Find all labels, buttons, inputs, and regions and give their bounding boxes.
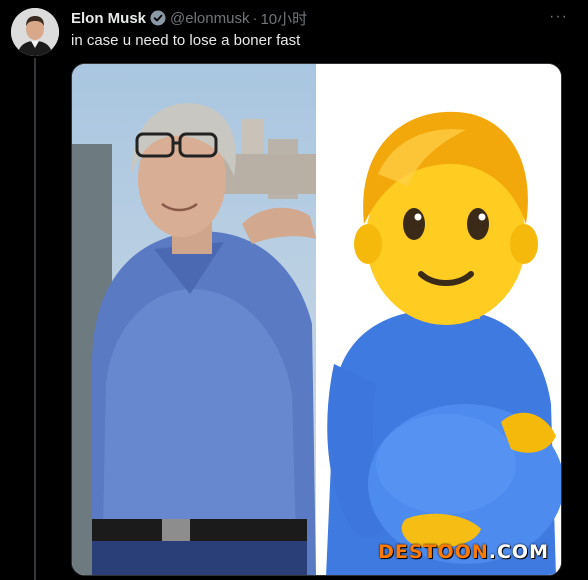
verified-badge-icon	[150, 10, 166, 26]
pregnant-man-emoji	[316, 64, 561, 575]
watermark-main: DESTOON	[378, 541, 489, 563]
separator-dot: ·	[252, 9, 258, 27]
photo-man-in-blue-polo	[72, 64, 316, 575]
watermark-tld: .COM	[488, 541, 549, 563]
tweet-media[interactable]: DESTOON .COM	[71, 63, 562, 576]
avatar[interactable]	[11, 8, 59, 56]
tweet-header: Elon Musk @elonmusk · 10小时	[71, 8, 307, 29]
thread-line	[34, 58, 36, 580]
author-handle[interactable]: @elonmusk	[170, 10, 249, 27]
watermark: DESTOON .COM	[378, 541, 549, 563]
more-options-icon[interactable]: ···	[549, 8, 568, 26]
tweet-text: in case u need to lose a boner fast	[71, 32, 301, 49]
author-name[interactable]: Elon Musk	[71, 10, 146, 27]
timestamp[interactable]: 10小时	[260, 8, 307, 29]
tweet[interactable]: Elon Musk @elonmusk · 10小时 ··· in case u…	[0, 0, 588, 580]
